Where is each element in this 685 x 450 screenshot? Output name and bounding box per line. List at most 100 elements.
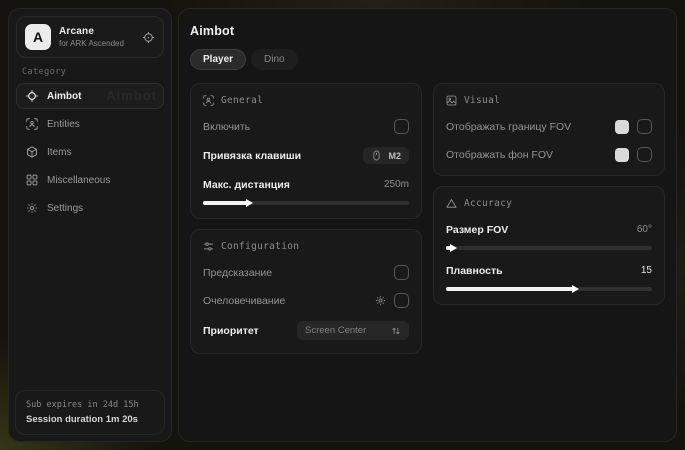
sidebar-item-label: Settings: [47, 203, 83, 214]
slider-fill: [446, 246, 452, 250]
max-distance-value: 250m: [384, 179, 409, 190]
fov-border-checkbox[interactable]: [637, 119, 652, 134]
sliders-icon: [203, 241, 214, 252]
slider-handle[interactable]: [572, 285, 579, 293]
fov-background-checkbox[interactable]: [637, 147, 652, 162]
general-header: General: [203, 95, 409, 106]
crosshair-icon: [25, 90, 38, 102]
visual-header: Visual: [446, 95, 652, 106]
category-label: Category: [22, 67, 158, 77]
enable-row: Включить: [203, 119, 409, 134]
slider-handle[interactable]: [450, 244, 457, 252]
session-duration-text: Session duration 1m 20s: [26, 414, 154, 425]
configuration-card: Configuration Предсказание Очеловечивани…: [190, 229, 422, 354]
priority-label: Приоритет: [203, 325, 259, 337]
fov-background-color-swatch[interactable]: [615, 148, 629, 162]
mouse-icon: [371, 150, 382, 161]
app-name: Arcane: [59, 26, 134, 37]
sort-arrows-icon: [391, 326, 401, 336]
fov-size-slider[interactable]: [446, 246, 652, 250]
fov-border-controls: [615, 119, 652, 134]
slider-fill: [203, 201, 248, 205]
keybind-value: M2: [388, 151, 401, 161]
fov-border-row: Отображать границу FOV: [446, 119, 652, 134]
humanization-controls: [375, 293, 409, 308]
visual-card: Visual Отображать границу FOV Отображать…: [433, 83, 665, 176]
image-icon: [446, 95, 457, 106]
prediction-row: Предсказание: [203, 265, 409, 280]
scan-person-icon: [203, 95, 214, 106]
accuracy-header: Accuracy: [446, 198, 652, 209]
fov-size-row: Размер FOV 60°: [446, 222, 652, 237]
general-card: General Включить Привязка клавиши M2: [190, 83, 422, 219]
fov-background-row: Отображать фон FOV: [446, 147, 652, 162]
fov-background-label: Отображать фон FOV: [446, 149, 553, 161]
sidebar-item-entities[interactable]: Entities: [16, 111, 164, 137]
prediction-label: Предсказание: [203, 267, 272, 279]
general-title: General: [221, 95, 263, 106]
priority-row: Приоритет Screen Center: [203, 321, 409, 340]
max-distance-label: Макс. дистанция: [203, 179, 290, 191]
configuration-title: Configuration: [221, 241, 299, 252]
priority-dropdown[interactable]: Screen Center: [297, 321, 409, 340]
app-subtitle: for ARK Ascended: [59, 39, 134, 48]
enable-checkbox[interactable]: [394, 119, 409, 134]
tab-dino[interactable]: Dino: [251, 49, 298, 70]
left-column: General Включить Привязка клавиши M2: [190, 83, 422, 354]
keybind-label: Привязка клавиши: [203, 150, 301, 162]
priority-value: Screen Center: [305, 325, 366, 336]
fov-size-value: 60°: [637, 224, 652, 235]
fov-border-color-swatch[interactable]: [615, 120, 629, 134]
sidebar-item-miscellaneous[interactable]: Miscellaneous: [16, 167, 164, 193]
sidebar-item-label: Miscellaneous: [47, 175, 110, 186]
page-title: Aimbot: [190, 24, 665, 38]
sub-expires-text: Sub expires in 24d 15h: [26, 400, 154, 410]
sidebar-item-label: Aimbot: [47, 91, 81, 102]
sidebar-item-settings[interactable]: Settings: [16, 195, 164, 221]
humanization-checkbox[interactable]: [394, 293, 409, 308]
fov-background-controls: [615, 147, 652, 162]
sidebar-item-label: Entities: [47, 119, 80, 130]
grid-icon: [25, 174, 38, 186]
cube-icon: [25, 146, 38, 158]
accuracy-title: Accuracy: [464, 198, 512, 209]
fov-border-label: Отображать границу FOV: [446, 121, 571, 133]
slider-fill: [446, 287, 574, 291]
enable-label: Включить: [203, 121, 250, 133]
gear-icon: [25, 202, 38, 214]
fov-size-label: Размер FOV: [446, 224, 508, 236]
max-distance-row: Макс. дистанция 250m: [203, 177, 409, 192]
sidebar: A Arcane for ARK Ascended Category Aimbo…: [8, 8, 172, 442]
aimbot-watermark: Aimbot: [106, 88, 157, 103]
sidebar-nav: Aimbot Aimbot Entities Items: [9, 83, 171, 221]
smoothness-value: 15: [641, 265, 652, 276]
keybind-row: Привязка клавиши M2: [203, 147, 409, 164]
triangle-icon: [446, 198, 457, 209]
smoothness-slider[interactable]: [446, 287, 652, 291]
sidebar-item-items[interactable]: Items: [16, 139, 164, 165]
keybind-button[interactable]: M2: [363, 147, 409, 164]
prediction-checkbox[interactable]: [394, 265, 409, 280]
accuracy-card: Accuracy Размер FOV 60° Плавность 15: [433, 186, 665, 305]
smoothness-label: Плавность: [446, 265, 503, 277]
right-column: Visual Отображать границу FOV Отображать…: [433, 83, 665, 354]
app-header: A Arcane for ARK Ascended: [16, 16, 164, 58]
gear-icon[interactable]: [375, 295, 386, 306]
tab-bar: Player Dino: [190, 49, 665, 70]
card-grid: General Включить Привязка клавиши M2: [190, 83, 665, 354]
app-logo: A: [25, 24, 51, 50]
app-meta: Arcane for ARK Ascended: [59, 26, 134, 48]
slider-handle[interactable]: [246, 199, 253, 207]
tab-player[interactable]: Player: [190, 49, 246, 70]
humanization-row: Очеловечивание: [203, 293, 409, 308]
target-icon[interactable]: [142, 31, 155, 44]
smoothness-row: Плавность 15: [446, 263, 652, 278]
main-panel: Aimbot Player Dino General Включить: [178, 8, 677, 442]
max-distance-slider[interactable]: [203, 201, 409, 205]
scan-person-icon: [25, 118, 38, 130]
sidebar-item-aimbot[interactable]: Aimbot Aimbot: [16, 83, 164, 109]
subscription-info: Sub expires in 24d 15h Session duration …: [15, 390, 165, 435]
sidebar-item-label: Items: [47, 147, 71, 158]
humanization-label: Очеловечивание: [203, 295, 285, 307]
visual-title: Visual: [464, 95, 500, 106]
